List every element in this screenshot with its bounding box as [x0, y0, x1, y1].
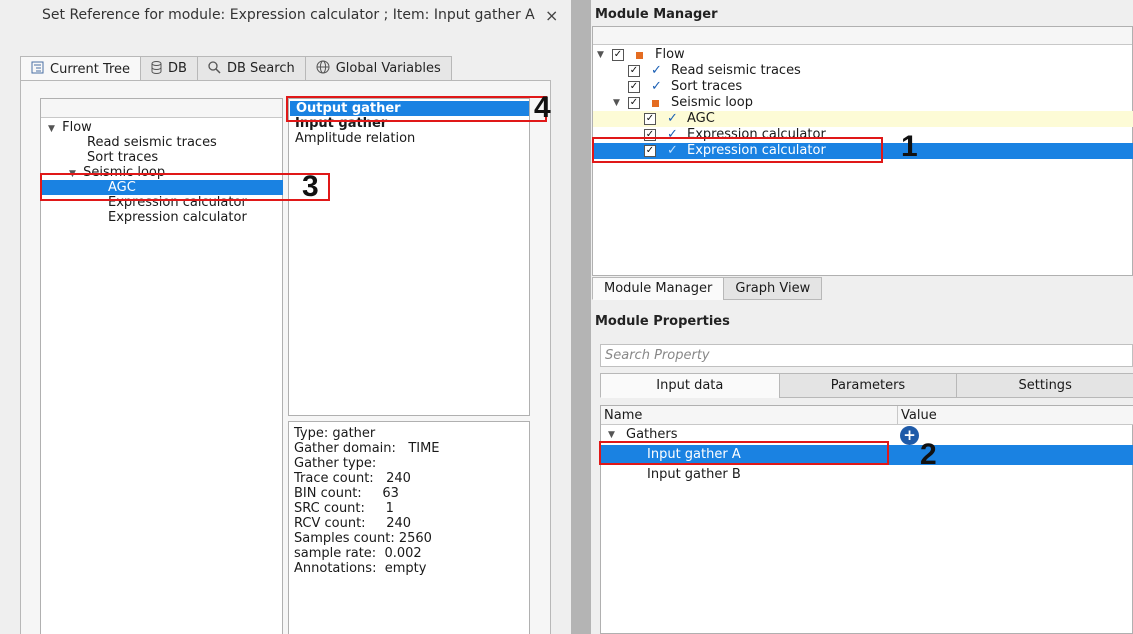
- dialog-tabbar: Current Tree DB DB Search Global Variabl…: [20, 56, 452, 82]
- module-row-flow[interactable]: ▼ ✓ Flow: [593, 47, 1133, 63]
- tab-module-manager[interactable]: Module Manager: [592, 277, 725, 300]
- tree-item-label: Read seismic traces: [87, 135, 217, 150]
- module-row-read-seismic-traces[interactable]: ✓ ✓ Read seismic traces: [593, 63, 1133, 79]
- module-manager-title: Module Manager: [595, 7, 718, 22]
- tree-item-label: Flow: [62, 120, 92, 135]
- info-line: sample rate: 0.002: [294, 546, 422, 561]
- dialog-titlebar: Set Reference for module: Expression cal…: [0, 0, 571, 32]
- dialog-title: Set Reference for module: Expression cal…: [42, 7, 535, 23]
- tab-label: Global Variables: [335, 61, 441, 76]
- loop-square-icon: [652, 100, 659, 107]
- tree-item-flow[interactable]: ▼ Flow: [42, 120, 283, 135]
- info-line: RCV count: 240: [294, 516, 412, 531]
- add-icon[interactable]: +: [900, 426, 919, 445]
- property-row-input-gather-b[interactable]: Input gather B: [601, 465, 1133, 485]
- checkbox[interactable]: ✓: [644, 113, 656, 125]
- module-label: Flow: [655, 47, 685, 62]
- window-divider: [571, 0, 591, 634]
- checkbox[interactable]: ✓: [628, 97, 640, 109]
- info-line: Type: gather: [294, 426, 376, 441]
- checkbox[interactable]: ✓: [612, 49, 624, 61]
- info-line: BIN count: 63: [294, 486, 399, 501]
- module-row-seismic-loop[interactable]: ▼ ✓ Seismic loop: [593, 95, 1133, 111]
- annotation-box-3: [40, 173, 330, 201]
- module-manager-tabbar: Module Manager Graph View: [592, 277, 823, 300]
- tree-item-expression-calculator[interactable]: Expression calculator: [42, 210, 283, 225]
- tree-icon: [31, 61, 44, 77]
- tab-global-variables[interactable]: Global Variables: [304, 56, 452, 81]
- tab-db[interactable]: DB: [140, 56, 198, 81]
- tree-item-label: Sort traces: [87, 150, 159, 165]
- info-line: Annotations: empty: [294, 561, 427, 576]
- info-line: SRC count: 1: [294, 501, 394, 516]
- properties-tabbar: Input data Parameters Settings: [600, 373, 1133, 398]
- annotation-number-3: 3: [302, 170, 319, 203]
- output-list-pane: Output gather Input gather Amplitude rel…: [288, 98, 530, 416]
- item-info-pane: Type: gather Gather domain: TIME Gather …: [288, 421, 530, 634]
- annotation-box-1: [592, 137, 883, 163]
- annotation-box-2: [599, 441, 889, 465]
- module-label: Read seismic traces: [671, 63, 801, 78]
- tab-db-search[interactable]: DB Search: [196, 56, 306, 81]
- info-line: Samples count: 2560: [294, 531, 432, 546]
- column-header-name[interactable]: Name: [601, 406, 898, 425]
- database-icon: [151, 60, 162, 77]
- checkmark-icon: ✓: [651, 63, 662, 78]
- module-label: Sort traces: [671, 79, 743, 94]
- tree-item-sort-traces[interactable]: Sort traces: [42, 150, 283, 165]
- checkmark-icon: ✓: [651, 79, 662, 94]
- tab-current-tree[interactable]: Current Tree: [20, 56, 142, 82]
- info-line: Trace count: 240: [294, 471, 411, 486]
- checkmark-icon: ✓: [667, 111, 678, 126]
- tab-label: DB Search: [226, 61, 295, 76]
- tree-header: [41, 99, 282, 118]
- search-icon: [208, 60, 221, 77]
- expand-arrow-icon[interactable]: ▼: [613, 95, 620, 111]
- tree-header: [593, 27, 1132, 45]
- expand-arrow-icon[interactable]: ▼: [597, 47, 604, 63]
- tab-parameters[interactable]: Parameters: [778, 373, 958, 398]
- column-header-value[interactable]: Value: [898, 406, 1133, 425]
- annotation-number-1: 1: [901, 130, 918, 163]
- annotation-number-4: 4: [534, 91, 551, 124]
- module-row-agc[interactable]: ✓ ✓ AGC: [593, 111, 1133, 127]
- tree-item-read-seismic-traces[interactable]: Read seismic traces: [42, 135, 283, 150]
- module-properties-title: Module Properties: [595, 314, 730, 329]
- search-property-input[interactable]: Search Property: [600, 344, 1133, 367]
- globe-icon: [316, 60, 330, 77]
- annotation-box-4: [286, 96, 547, 122]
- info-line: Gather type:: [294, 456, 377, 471]
- tab-label: Current Tree: [50, 61, 131, 77]
- checkbox[interactable]: ✓: [628, 65, 640, 77]
- info-line: Gather domain: TIME: [294, 441, 440, 456]
- tree-item-label: Expression calculator: [108, 210, 247, 225]
- property-label: Input gather B: [647, 467, 741, 482]
- close-icon[interactable]: ×: [545, 6, 558, 25]
- module-label: AGC: [687, 111, 715, 126]
- checkbox[interactable]: ✓: [628, 81, 640, 93]
- tab-input-data[interactable]: Input data: [600, 373, 780, 398]
- annotation-number-2: 2: [920, 438, 937, 471]
- flow-square-icon: [636, 52, 643, 59]
- output-item-amplitude-relation[interactable]: Amplitude relation: [295, 131, 415, 146]
- tab-label: DB: [168, 61, 187, 76]
- tab-settings[interactable]: Settings: [956, 373, 1133, 398]
- module-label: Seismic loop: [671, 95, 753, 110]
- tab-graph-view[interactable]: Graph View: [723, 277, 823, 300]
- module-row-sort-traces[interactable]: ✓ ✓ Sort traces: [593, 79, 1133, 95]
- properties-table: Name Value ▼ Gathers + Input gather A In…: [600, 405, 1133, 634]
